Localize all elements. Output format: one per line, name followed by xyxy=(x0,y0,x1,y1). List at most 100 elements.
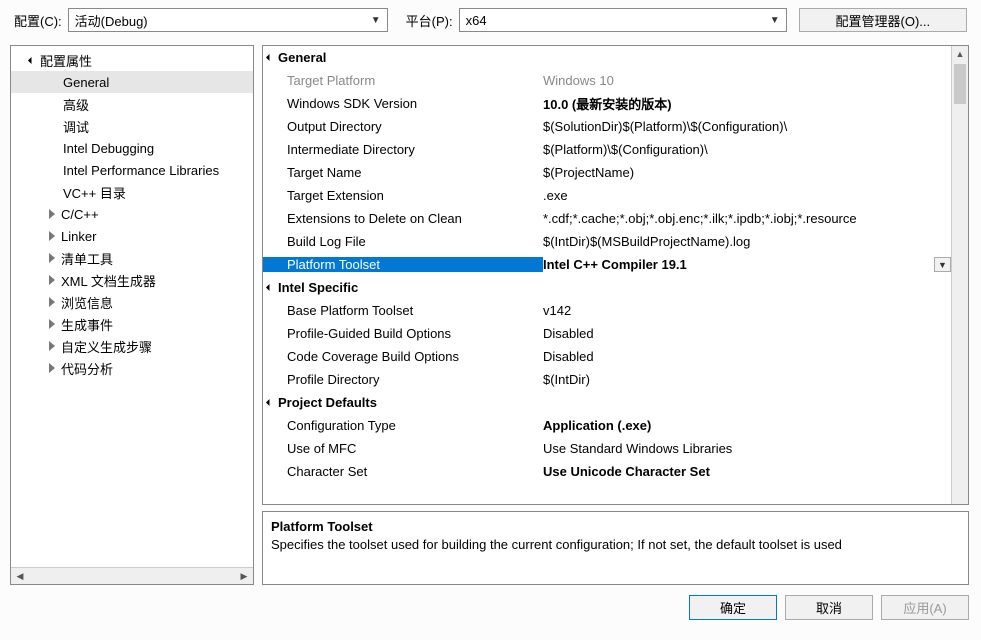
property-value[interactable]: Disabled xyxy=(543,349,951,364)
property-name: Output Directory xyxy=(263,119,543,134)
property-value[interactable]: $(IntDir)$(MSBuildProjectName).log xyxy=(543,234,951,249)
tree-item[interactable]: Linker xyxy=(11,225,253,247)
tree-item-label: Intel Performance Libraries xyxy=(63,163,219,178)
section-header[interactable]: Project Defaults xyxy=(263,391,951,414)
tree-item[interactable]: 代码分析 xyxy=(11,357,253,379)
property-row[interactable]: Target Name$(ProjectName) xyxy=(263,161,951,184)
section-header[interactable]: Intel Specific xyxy=(263,276,951,299)
description-text: Specifies the toolset used for building … xyxy=(271,536,960,554)
property-row[interactable]: Intermediate Directory$(Platform)\$(Conf… xyxy=(263,138,951,161)
tree-item[interactable]: Intel Performance Libraries xyxy=(11,159,253,181)
tree-item[interactable]: 生成事件 xyxy=(11,313,253,335)
property-row[interactable]: Character SetUse Unicode Character Set xyxy=(263,460,951,483)
scroll-right-icon[interactable]: ▶ xyxy=(237,571,251,582)
ok-button[interactable]: 确定 xyxy=(689,595,777,620)
property-row[interactable]: Windows SDK Version10.0 (最新安装的版本) xyxy=(263,92,951,115)
tree-item[interactable]: 清单工具 xyxy=(11,247,253,269)
property-name: Configuration Type xyxy=(263,418,543,433)
tree-item[interactable]: XML 文档生成器 xyxy=(11,269,253,291)
section-title: Project Defaults xyxy=(278,395,377,410)
property-row[interactable]: Output Directory$(SolutionDir)$(Platform… xyxy=(263,115,951,138)
property-name: Character Set xyxy=(263,464,543,479)
dropdown-button[interactable]: ▼ xyxy=(934,257,951,272)
property-value[interactable]: Use Unicode Character Set xyxy=(543,464,951,479)
tree-item[interactable]: General xyxy=(11,71,253,93)
property-name: Code Coverage Build Options xyxy=(263,349,543,364)
cancel-button[interactable]: 取消 xyxy=(785,595,873,620)
tree-item[interactable]: Intel Debugging xyxy=(11,137,253,159)
tree-item[interactable]: 高级 xyxy=(11,93,253,115)
platform-value: x64 xyxy=(466,13,487,28)
scroll-thumb[interactable] xyxy=(954,64,966,104)
tree-item[interactable]: VC++ 目录 xyxy=(11,181,253,203)
tree-body: 配置属性 General 高级调试 Intel Debugging Intel Per… xyxy=(11,46,253,567)
property-row[interactable]: Profile-Guided Build OptionsDisabled xyxy=(263,322,951,345)
property-name: Base Platform Toolset xyxy=(263,303,543,318)
tree-item-label: 清单工具 xyxy=(61,249,113,268)
tree-item-label: 高级 xyxy=(63,95,89,114)
property-name: Extensions to Delete on Clean xyxy=(263,211,543,226)
expander-closed-icon xyxy=(49,209,55,219)
tree-item-label: Intel Debugging xyxy=(63,141,154,156)
scroll-up-icon[interactable]: ▲ xyxy=(952,46,968,62)
nav-tree: 配置属性 General 高级调试 Intel Debugging Intel Per… xyxy=(10,45,254,585)
expander-closed-icon xyxy=(49,341,55,351)
tree-item-label: Linker xyxy=(61,229,96,244)
section-title: Intel Specific xyxy=(278,280,358,295)
tree-item[interactable]: 浏览信息 xyxy=(11,291,253,313)
property-row[interactable]: Configuration TypeApplication (.exe) xyxy=(263,414,951,437)
expander-closed-icon xyxy=(49,363,55,373)
grid-vscroll[interactable]: ▲ xyxy=(951,46,968,504)
config-combo[interactable]: 活动(Debug) ▼ xyxy=(68,8,388,32)
property-value[interactable]: Windows 10 xyxy=(543,73,951,88)
tree-item[interactable]: 自定义生成步骤 xyxy=(11,335,253,357)
property-value[interactable]: .exe xyxy=(543,188,951,203)
platform-combo[interactable]: x64 ▼ xyxy=(459,8,787,32)
property-name: Intermediate Directory xyxy=(263,142,543,157)
property-row[interactable]: Target PlatformWindows 10 xyxy=(263,69,951,92)
tree-item[interactable]: C/C++ xyxy=(11,203,253,225)
property-value[interactable]: *.cdf;*.cache;*.obj;*.obj.enc;*.ilk;*.ip… xyxy=(543,211,951,226)
property-value[interactable]: 10.0 (最新安装的版本) xyxy=(543,94,951,113)
tree-item-label: 调试 xyxy=(63,117,89,136)
property-value[interactable]: Intel C++ Compiler 19.1▼ xyxy=(543,257,951,272)
property-name: Windows SDK Version xyxy=(263,96,543,111)
property-value[interactable]: $(ProjectName) xyxy=(543,165,951,180)
config-manager-button[interactable]: 配置管理器(O)... xyxy=(799,8,967,32)
property-row[interactable]: Target Extension.exe xyxy=(263,184,951,207)
property-value[interactable]: Disabled xyxy=(543,326,951,341)
property-name: Target Extension xyxy=(263,188,543,203)
property-row[interactable]: Build Log File$(IntDir)$(MSBuildProjectN… xyxy=(263,230,951,253)
sidebar-hscroll[interactable]: ◀ ▶ xyxy=(11,567,253,584)
expander-closed-icon xyxy=(49,275,55,285)
property-value[interactable]: Use Standard Windows Libraries xyxy=(543,441,951,456)
property-panel: GeneralTarget PlatformWindows 10Windows … xyxy=(262,45,969,585)
scroll-left-icon[interactable]: ◀ xyxy=(13,571,27,582)
expander-open-icon xyxy=(266,399,273,406)
tree-root[interactable]: 配置属性 xyxy=(11,49,253,71)
expander-open-icon xyxy=(266,54,273,61)
property-name: Profile-Guided Build Options xyxy=(263,326,543,341)
property-row[interactable]: Use of MFCUse Standard Windows Libraries xyxy=(263,437,951,460)
property-value[interactable]: $(Platform)\$(Configuration)\ xyxy=(543,142,951,157)
tree-root-label: 配置属性 xyxy=(40,51,92,70)
tree-item[interactable]: 调试 xyxy=(11,115,253,137)
config-value: 活动(Debug) xyxy=(75,11,148,30)
section-title: General xyxy=(278,50,326,65)
property-row[interactable]: Profile Directory$(IntDir) xyxy=(263,368,951,391)
property-value[interactable]: v142 xyxy=(543,303,951,318)
property-value[interactable]: $(SolutionDir)$(Platform)\$(Configuratio… xyxy=(543,119,951,134)
property-row[interactable]: Code Coverage Build OptionsDisabled xyxy=(263,345,951,368)
property-row[interactable]: Extensions to Delete on Clean*.cdf;*.cac… xyxy=(263,207,951,230)
property-value[interactable]: Application (.exe) xyxy=(543,418,951,433)
expander-open-icon xyxy=(28,56,35,63)
expander-closed-icon xyxy=(49,253,55,263)
apply-button[interactable]: 应用(A) xyxy=(881,595,969,620)
property-row[interactable]: Base Platform Toolsetv142 xyxy=(263,299,951,322)
tree-item-label: VC++ 目录 xyxy=(63,183,126,202)
tree-item-label: C/C++ xyxy=(61,207,99,222)
tree-item-label: 代码分析 xyxy=(61,359,113,378)
section-header[interactable]: General xyxy=(263,46,951,69)
property-row[interactable]: Platform ToolsetIntel C++ Compiler 19.1▼ xyxy=(263,253,951,276)
property-value[interactable]: $(IntDir) xyxy=(543,372,951,387)
